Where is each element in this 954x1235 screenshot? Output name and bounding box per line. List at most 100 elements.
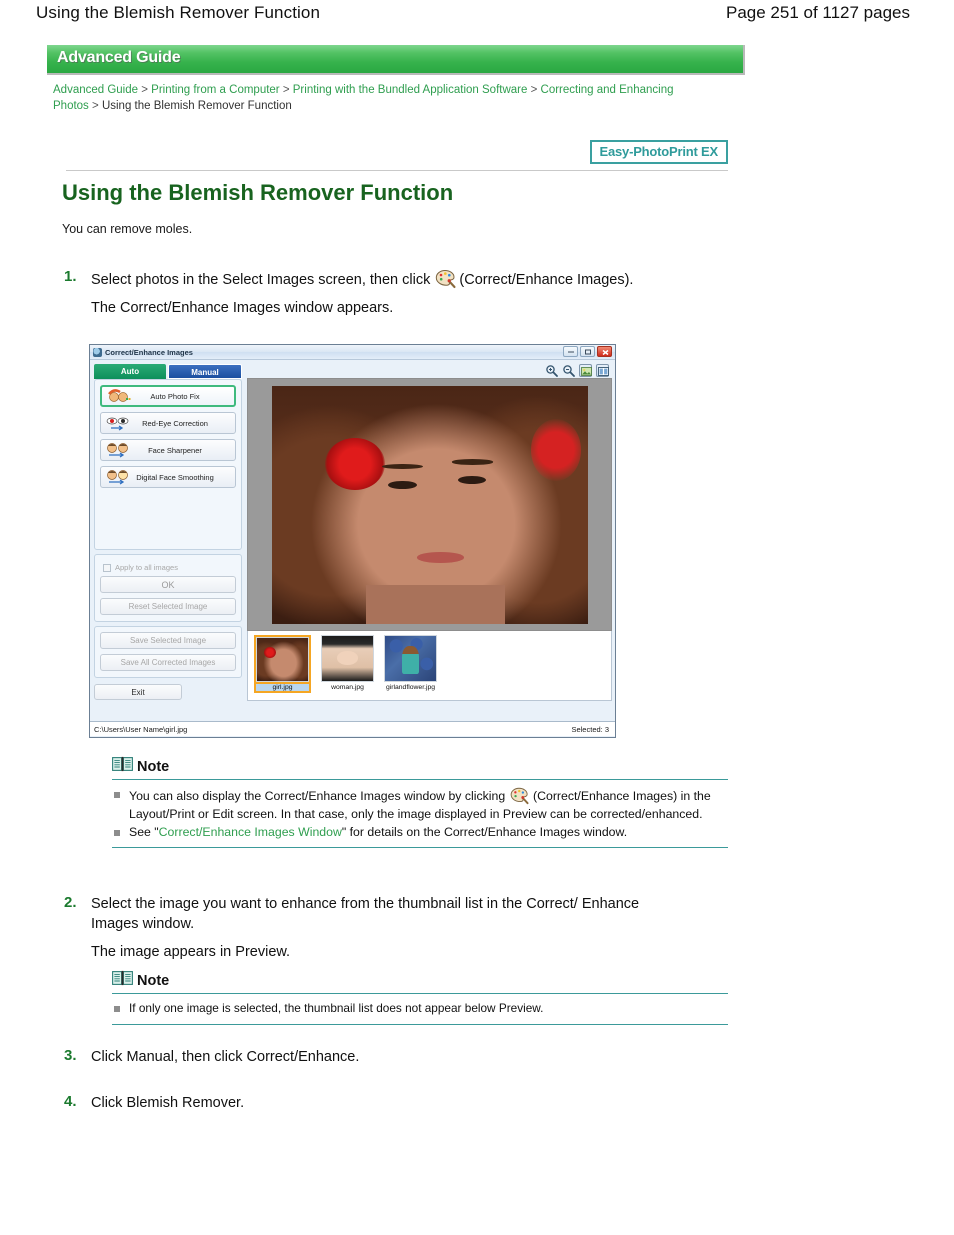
step-1-text-after: (Correct/Enhance Images). [459, 272, 634, 288]
auto-photo-fix-button[interactable]: Auto Photo Fix [100, 385, 236, 407]
app-titlebar: Correct/Enhance Images [90, 345, 615, 360]
thumb-flower [264, 646, 277, 658]
breadcrumb-item-current: Using the Blemish Remover Function [101, 100, 292, 112]
save-selected-image-button[interactable]: Save Selected Image [100, 632, 236, 649]
checkbox-box [103, 563, 111, 572]
thumbnail-image [384, 635, 437, 682]
face-sharpener-icon [105, 442, 131, 458]
thumbnail-label: woman.jpg [331, 684, 364, 691]
maximize-icon[interactable] [580, 346, 595, 357]
page-title: Using the Blemish Remover Function [62, 180, 454, 205]
thumbnail-item-woman[interactable]: woman.jpg [321, 635, 374, 691]
step-4-number: 4. [64, 1093, 77, 1110]
auto-photo-fix-icon [106, 388, 132, 404]
thumbnail-item-girlandflower[interactable]: girlandflower.jpg [384, 635, 437, 691]
note-block-1: Note You can also display the Correct/En… [112, 756, 728, 848]
save-panel: Save Selected Image Save All Corrected I… [94, 626, 242, 678]
photo-neck [366, 585, 506, 624]
red-eye-correction-icon [105, 415, 131, 431]
note-1-item-1: See "Correct/Enhance Images Window" for … [112, 824, 728, 842]
save-all-corrected-images-button[interactable]: Save All Corrected Images [100, 654, 236, 671]
photo-lips [416, 552, 465, 563]
step-2-text: Select the image you want to enhance fro… [91, 896, 640, 932]
note-2-rule-bottom [112, 1023, 728, 1025]
note-book-icon [112, 970, 133, 991]
app-icon [93, 347, 102, 357]
note-1-title: Note [137, 758, 170, 775]
document-title: Using the Blemish Remover Function [36, 3, 321, 22]
reset-selected-image-button[interactable]: Reset Selected Image [100, 598, 236, 615]
step-1-text-before: Select photos in the Select Images scree… [91, 272, 431, 288]
note-2-item-0: If only one image is selected, the thumb… [112, 1000, 728, 1018]
preview-toolbar [247, 362, 612, 378]
step-1-subtext: The Correct/Enhance Images window appear… [91, 300, 394, 316]
advanced-guide-banner: Advanced Guide [47, 45, 745, 75]
breadcrumb-separator: > [141, 84, 148, 96]
compare-view-icon[interactable] [596, 363, 609, 377]
note-2-header: Note [112, 970, 728, 991]
thumb-photo [257, 638, 308, 681]
breadcrumb-item-0[interactable]: Advanced Guide [53, 84, 138, 96]
options-empty-space [100, 493, 236, 543]
zoom-out-icon[interactable] [562, 364, 575, 377]
digital-face-smoothing-label: Digital Face Smoothing [136, 472, 214, 482]
red-eye-correction-button[interactable]: Red-Eye Correction [100, 412, 236, 434]
photo-background-flower [530, 418, 582, 481]
palette-icon [434, 268, 456, 289]
minimize-icon[interactable] [563, 346, 578, 357]
page-header: Using the Blemish Remover Function Page … [0, 0, 954, 34]
exit-row: Exit [94, 684, 242, 700]
photo-eye-left [388, 480, 417, 489]
note-1-rule-bottom [112, 847, 728, 848]
status-selected-count: Selected: 3 [571, 724, 609, 734]
tab-manual[interactable]: Manual [168, 364, 242, 379]
thumbnail-image [321, 635, 374, 682]
preview-image [271, 385, 588, 624]
note-1-item-1-part2: " for details on the Correct/Enhance Ima… [341, 824, 628, 839]
step-2: 2. Select the image you want to enhance … [64, 894, 684, 962]
exit-button[interactable]: Exit [94, 684, 182, 700]
apply-to-all-images-label: Apply to all images [115, 563, 178, 572]
digital-face-smoothing-icon [105, 469, 131, 485]
ok-button[interactable]: OK [100, 576, 236, 593]
note-1-header: Note [112, 756, 728, 777]
app-left-panel: Auto Manual Auto Photo Fix Red-Eye Corre… [90, 360, 246, 721]
thumbnail-label: girl.jpg [256, 684, 309, 691]
app-body: Auto Manual Auto Photo Fix Red-Eye Corre… [90, 360, 615, 721]
correct-enhance-images-window-link[interactable]: Correct/Enhance Images Window [159, 825, 342, 839]
thumbnail-image [256, 637, 309, 682]
face-sharpener-label: Face Sharpener [148, 445, 202, 455]
note-block-2: Note If only one image is selected, the … [112, 970, 728, 1025]
preview-area[interactable] [247, 378, 612, 631]
red-eye-correction-label: Red-Eye Correction [142, 418, 208, 428]
breadcrumb-item-1[interactable]: Printing from a Computer [151, 84, 279, 96]
close-icon[interactable] [597, 346, 612, 357]
apply-panel: Apply to all images OK Reset Selected Im… [94, 554, 242, 622]
intro-text: You can remove moles. [62, 222, 193, 236]
step-3: 3. Click Manual, then click Correct/Enha… [64, 1047, 684, 1067]
zoom-in-icon[interactable] [545, 364, 558, 377]
face-sharpener-button[interactable]: Face Sharpener [100, 439, 236, 461]
app-window-title: Correct/Enhance Images [105, 347, 193, 357]
easy-photoprint-ex-badge: Easy-PhotoPrint EX [589, 140, 728, 164]
breadcrumb: Advanced Guide > Printing from a Compute… [53, 82, 693, 114]
thumbnail-list[interactable]: girl.jpg woman.jpg girlandflower.jpg [247, 631, 612, 701]
step-2-subtext: The image appears in Preview. [91, 944, 291, 960]
thumbnail-label: girlandflower.jpg [385, 684, 436, 691]
digital-face-smoothing-button[interactable]: Digital Face Smoothing [100, 466, 236, 488]
auto-options-panel: Auto Photo Fix Red-Eye Correction Face S… [94, 379, 242, 550]
apply-to-all-images-checkbox[interactable]: Apply to all images [103, 563, 234, 572]
auto-photo-fix-label: Auto Photo Fix [150, 391, 200, 401]
tab-auto[interactable]: Auto [94, 364, 166, 379]
breadcrumb-item-2[interactable]: Printing with the Bundled Application So… [293, 84, 528, 96]
palette-icon [509, 786, 530, 806]
header-divider [66, 170, 728, 171]
fit-image-icon[interactable] [579, 363, 592, 377]
note-2-title: Note [137, 972, 170, 989]
breadcrumb-separator: > [530, 84, 538, 96]
thumbnail-item-girl[interactable]: girl.jpg [254, 635, 311, 693]
step-1-text: Select photos in the Select Images scree… [91, 268, 684, 290]
note-1-item-1-part1: See " [129, 824, 159, 839]
note-1-list: You can also display the Correct/Enhance… [112, 786, 728, 841]
step-4-text: Click Blemish Remover. [91, 1095, 245, 1111]
